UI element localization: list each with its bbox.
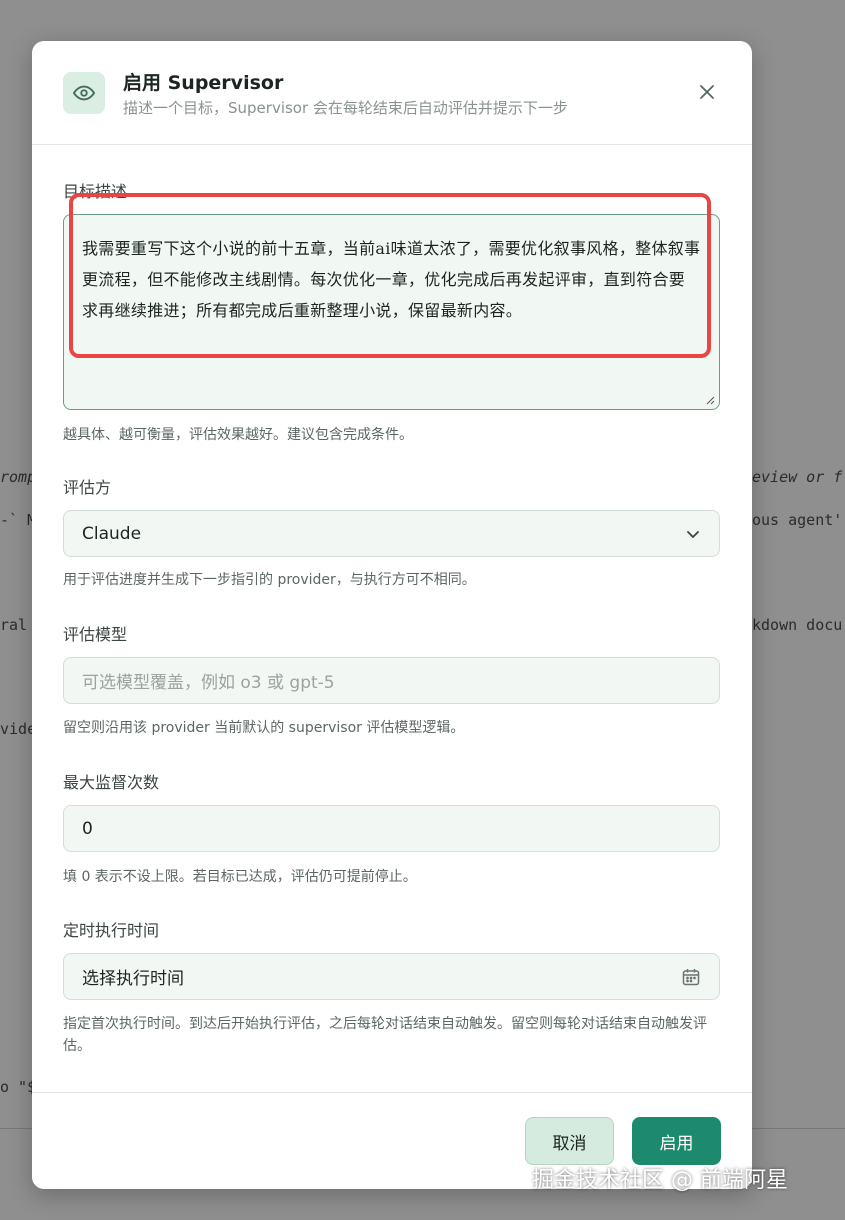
- dialog-title: 启用 Supervisor: [123, 72, 284, 94]
- dialog-header: 启用 Supervisor 描述一个目标，Supervisor 会在每轮结束后自…: [32, 41, 752, 145]
- eye-icon: [63, 72, 105, 114]
- watermark: 掘金技术社区 @ 前端阿星: [532, 1168, 788, 1193]
- backdrop-text-prompt: romp: [0, 468, 37, 486]
- backdrop-text-agent: ous agent': [752, 511, 843, 529]
- highlight-annotation: [69, 193, 711, 358]
- backdrop-text-dollar: o "$: [0, 1078, 37, 1096]
- cancel-button[interactable]: 取消: [525, 1117, 614, 1165]
- max-count-hint: 填 0 表示不设上限。若目标已达成，评估仍可提前停止。: [63, 869, 417, 885]
- dialog-footer-divider: [32, 1092, 752, 1093]
- backdrop-text-kdown: kdown docu: [752, 616, 843, 634]
- backdrop-text-m: -` M: [0, 511, 37, 529]
- dialog-subtitle: 描述一个目标，Supervisor 会在每轮结束后自动评估并提示下一步: [123, 99, 568, 117]
- enable-button[interactable]: 启用: [632, 1117, 721, 1165]
- backdrop-text-ral: ral: [0, 616, 28, 634]
- backdrop-text-review: eview or f: [752, 468, 843, 486]
- model-hint: 留空则沿用该 provider 当前默认的 supervisor 评估模型逻辑。: [63, 720, 465, 736]
- max-count-value: 0: [82, 818, 93, 839]
- chevron-down-icon: [685, 526, 701, 542]
- evaluator-hint: 用于评估进度并生成下一步指引的 provider，与执行方可不相同。: [63, 572, 476, 588]
- max-count-input[interactable]: 0: [63, 805, 720, 852]
- schedule-picker[interactable]: 选择执行时间: [63, 953, 720, 1000]
- model-input[interactable]: 可选模型覆盖，例如 o3 或 gpt-5: [63, 657, 720, 704]
- calendar-icon[interactable]: [681, 967, 701, 987]
- model-label: 评估模型: [63, 625, 128, 644]
- model-placeholder: 可选模型覆盖，例如 o3 或 gpt-5: [82, 673, 335, 693]
- max-count-label: 最大监督次数: [63, 773, 160, 792]
- schedule-value: 选择执行时间: [82, 969, 184, 989]
- close-icon[interactable]: [698, 83, 716, 101]
- schedule-label: 定时执行时间: [63, 921, 160, 940]
- evaluator-value: Claude: [82, 523, 142, 544]
- supervisor-dialog: 启用 Supervisor 描述一个目标，Supervisor 会在每轮结束后自…: [32, 41, 752, 1189]
- resize-grip-icon[interactable]: [705, 395, 715, 405]
- goal-hint: 越具体、越可衡量，评估效果越好。建议包含完成条件。: [63, 427, 413, 443]
- schedule-hint: 指定首次执行时间。到达后开始执行评估，之后每轮对话结束自动触发。留空则每轮对话结…: [63, 1016, 707, 1054]
- evaluator-label: 评估方: [63, 478, 112, 497]
- backdrop-text-vide: vide: [0, 720, 37, 738]
- evaluator-select[interactable]: Claude: [63, 510, 720, 557]
